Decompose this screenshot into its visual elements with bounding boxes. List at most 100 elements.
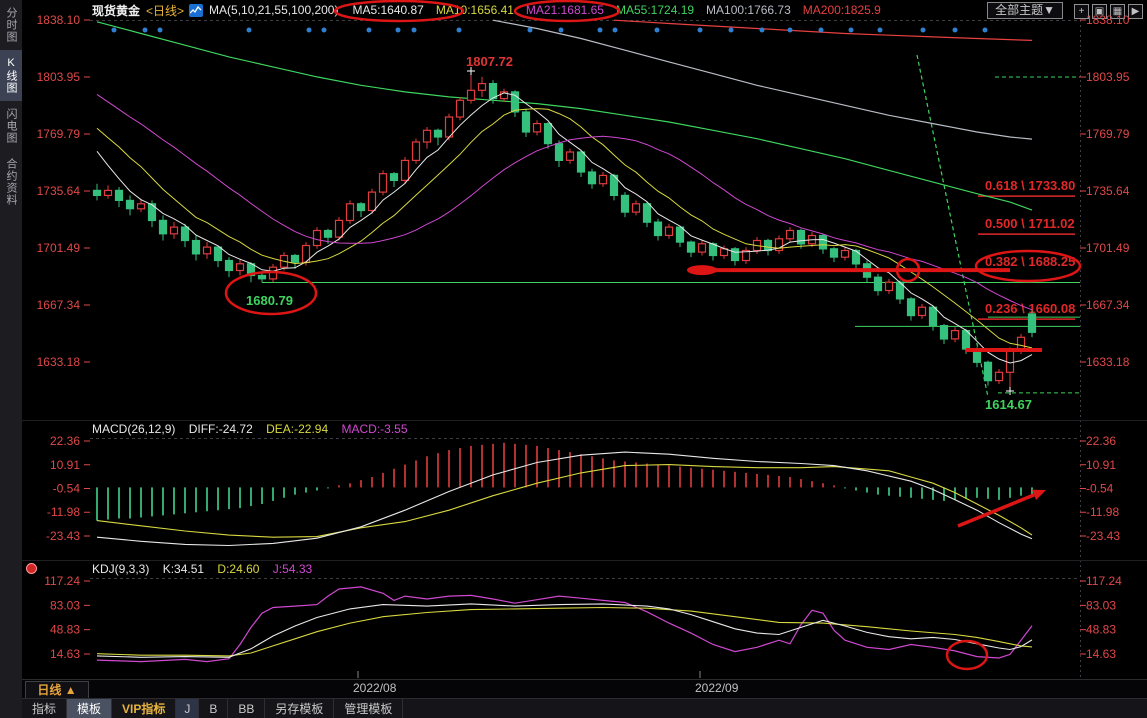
macd-axis-right: -0.54: [1086, 482, 1114, 496]
candle-body: [677, 227, 684, 242]
blue-dot-marker: [983, 28, 988, 33]
alert-dot-icon[interactable]: [26, 563, 37, 574]
price-annotation: 1614.67: [985, 397, 1032, 412]
candle-body: [908, 299, 915, 316]
candle-body: [732, 249, 739, 261]
axis-label-right: 1769.79: [1086, 127, 1130, 141]
candle-body: [622, 195, 629, 212]
candle-body: [402, 160, 409, 180]
candle-body: [1029, 314, 1036, 332]
candle-body: [116, 190, 123, 200]
blue-dot-marker: [598, 28, 603, 33]
candle-body: [798, 231, 805, 244]
candle-body: [138, 204, 145, 209]
candle-body: [754, 241, 761, 251]
sidebar-item-time-chart[interactable]: 分时图: [0, 0, 22, 50]
candle-body: [479, 84, 486, 91]
tab-save-template[interactable]: 另存模板: [265, 699, 334, 718]
candle-body: [160, 220, 167, 233]
candle-body: [567, 152, 574, 160]
candle-body: [248, 264, 255, 276]
j-line: [97, 587, 1032, 662]
candle-body: [501, 92, 508, 99]
candle-body: [226, 261, 233, 271]
blue-dot-marker: [878, 28, 883, 33]
tab-indicators[interactable]: 指标: [22, 699, 67, 718]
candle-body: [941, 326, 948, 339]
sidebar-item-contract-info[interactable]: 合约资料: [0, 151, 22, 213]
tab-bb[interactable]: BB: [228, 699, 265, 718]
candle-body: [809, 236, 816, 244]
ma-settings-label: MA(5,10,21,55,100,200): [209, 3, 338, 17]
blue-dot-marker: [396, 28, 401, 33]
kdj-axis-right: 83.03: [1086, 598, 1116, 612]
candle-body: [336, 220, 343, 237]
candle-body: [600, 175, 607, 183]
blue-dot-marker: [788, 28, 793, 33]
theme-dropdown-button[interactable]: 全部主题▼: [987, 2, 1063, 19]
candle-body: [94, 190, 101, 195]
candle-body: [446, 117, 453, 137]
blue-dot-marker: [412, 28, 417, 33]
candle-body: [611, 175, 618, 195]
chart-header: 现货黄金 <日线> MA(5,10,21,55,100,200) MA5:164…: [22, 0, 1147, 20]
candle-body: [578, 152, 585, 172]
macd-axis-right: -23.43: [1086, 529, 1120, 543]
blue-dot-marker: [729, 28, 734, 33]
main-price-panel: 1838.101838.101803.951803.951769.791769.…: [37, 1, 1130, 695]
kdj-axis-left: 83.03: [50, 598, 80, 612]
macd-axis-left: -23.43: [46, 529, 80, 543]
period-selector-button[interactable]: 日线 ▲: [25, 681, 89, 699]
candle-body: [270, 267, 277, 279]
ma-line-ma5: [97, 93, 1032, 363]
blue-dot-marker: [921, 28, 926, 33]
candle-body: [380, 174, 387, 192]
candle-body: [292, 256, 299, 263]
ma-line-ma55: [97, 22, 1032, 210]
sidebar-item-flash-chart[interactable]: 闪电图: [0, 101, 22, 151]
expand-right-icon[interactable]: ▶: [1128, 4, 1143, 19]
ma-line-ma100: [493, 20, 1032, 139]
dea-line: [97, 465, 1032, 538]
tab-vip-indicators[interactable]: VIP指标: [112, 699, 176, 718]
highlight-ellipse: [226, 272, 316, 314]
macd-axis-left: 10.91: [50, 458, 80, 472]
pane-grid-icon[interactable]: ▣: [1092, 4, 1107, 19]
candle-body: [996, 372, 1003, 380]
candle-body: [919, 307, 926, 315]
sidebar-item-kline-chart[interactable]: K线图: [0, 50, 22, 101]
candle-body: [435, 130, 442, 137]
candle-body: [589, 172, 596, 184]
tab-b[interactable]: B: [199, 699, 228, 718]
trendline: [917, 55, 988, 397]
k-line: [97, 604, 1032, 657]
macd-header: MACD(26,12,9) DIFF:-24.72 DEA:-22.94 MAC…: [92, 422, 408, 436]
kdj-axis-right: 48.83: [1086, 623, 1116, 637]
candle-body: [1018, 337, 1025, 350]
candle-body: [952, 331, 959, 339]
axis-label-left: 1803.95: [37, 70, 81, 84]
candle-body: [391, 174, 398, 181]
chart-style-icon[interactable]: [189, 4, 203, 17]
candle-body: [545, 124, 552, 144]
trend-arrow-head: [1032, 490, 1046, 500]
blue-dot-marker: [247, 28, 252, 33]
macd-axis-left: -0.54: [53, 482, 81, 496]
layout-grid-icon[interactable]: +: [1074, 4, 1089, 19]
pane-chart-icon[interactable]: ▦: [1110, 4, 1125, 19]
kdj-axis-left: 117.24: [44, 574, 80, 588]
ma-value: MA55:1724.19: [616, 3, 694, 17]
ma-value: MA5:1640.87: [352, 3, 423, 17]
ma-line-ma21: [97, 94, 1032, 309]
timeframe-row: 日线 ▲: [22, 679, 1147, 699]
candle-body: [523, 112, 530, 132]
blue-dot-marker: [143, 28, 148, 33]
tab-manage-template[interactable]: 管理模板: [334, 699, 403, 718]
tab-j[interactable]: J: [176, 699, 199, 718]
candle-body: [534, 124, 541, 132]
candle-body: [853, 251, 860, 264]
blue-dot-marker: [849, 28, 854, 33]
tab-templates[interactable]: 模板: [67, 699, 112, 718]
ma-value: MA100:1766.73: [706, 3, 791, 17]
candle-body: [369, 192, 376, 210]
